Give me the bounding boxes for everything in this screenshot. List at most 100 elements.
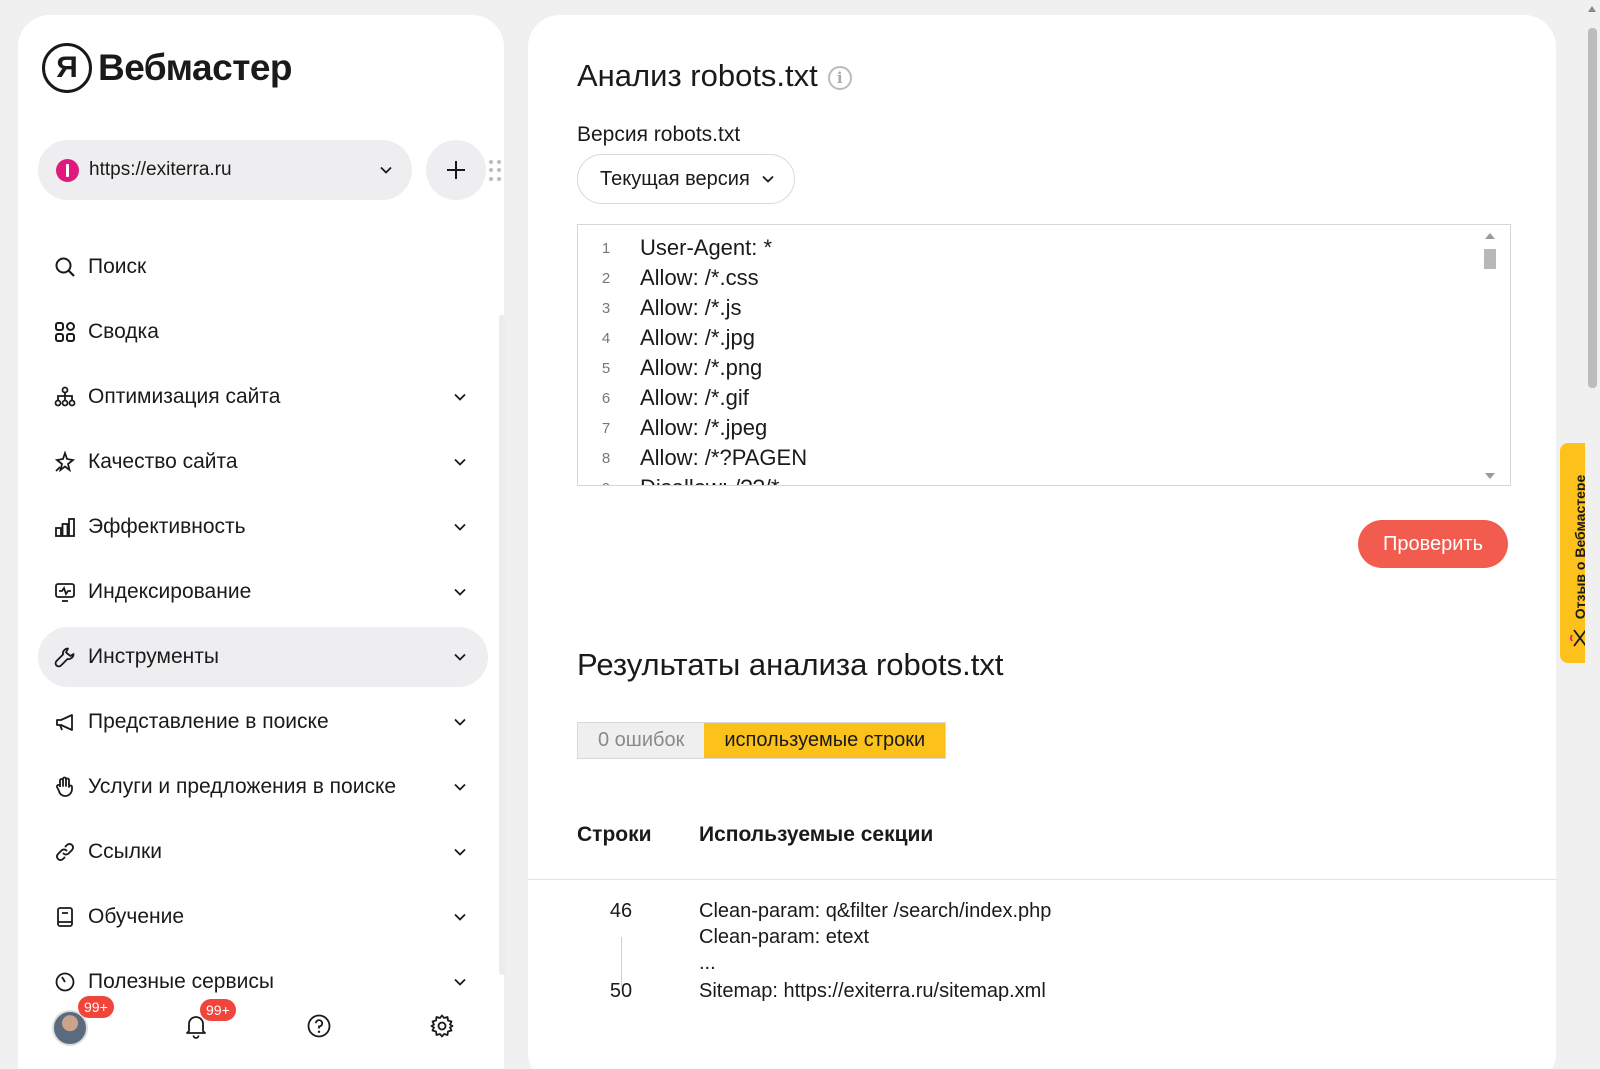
editor-line: 9Disallow: /??/*: [578, 473, 1510, 486]
sidebar-item-label: Полезные сервисы: [88, 970, 274, 993]
line-code: Allow: /*.gif: [640, 385, 749, 410]
line-number: 4: [601, 329, 611, 347]
chevron-down-icon: [380, 166, 392, 174]
notifications-badge: 99+: [200, 999, 236, 1021]
page-scroll-thumb[interactable]: [1588, 28, 1597, 388]
site-selector[interactable]: https://exiterra.ru: [38, 140, 412, 200]
chevron-down-icon: [454, 978, 466, 986]
bar-chart-icon: [55, 518, 75, 537]
editor-scrollbar[interactable]: [1482, 229, 1498, 483]
info-icon[interactable]: i: [827, 66, 852, 90]
sidebar-item-summary[interactable]: Сводка: [38, 302, 488, 362]
page-title-text: Анализ robots.txt: [577, 58, 818, 93]
book-icon: [57, 907, 73, 927]
megaphone-icon: [56, 714, 73, 731]
result-entry: ...: [699, 952, 716, 974]
version-dropdown-value: Текущая версия: [600, 167, 750, 190]
gear-icon: [430, 1014, 454, 1038]
column-header-lines: Строки: [577, 823, 652, 846]
sparkle-icon: [54, 451, 76, 473]
version-dropdown[interactable]: Текущая версия: [577, 154, 795, 204]
chevron-down-icon: [454, 913, 466, 921]
page-scrollbar[interactable]: [1585, 0, 1600, 1069]
sidebar-item-services[interactable]: Услуги и предложения в поиске: [38, 757, 488, 817]
notifications-button[interactable]: 99+: [184, 999, 236, 1039]
editor-line: 2 Allow: /*.css: [578, 263, 1510, 293]
settings-button[interactable]: [429, 1013, 455, 1039]
check-button[interactable]: Проверить: [1358, 520, 1508, 568]
line-number: 3: [601, 299, 611, 317]
logo[interactable]: Я Вебмастер: [42, 43, 293, 93]
scroll-thumb[interactable]: [1484, 249, 1496, 269]
profile-button[interactable]: 99+: [52, 996, 114, 1046]
sidebar-bottom-bar: 99+ 99+: [18, 996, 504, 1069]
tab-used-lines[interactable]: используемые строки: [704, 723, 946, 758]
sidebar-item-indexing[interactable]: Индексирование: [38, 562, 488, 622]
row-end-number: 50: [609, 980, 633, 1002]
line-number: 8: [601, 449, 611, 467]
chevron-down-icon: [454, 393, 466, 401]
line-code: Disallow: /??/*: [634, 475, 779, 485]
main-panel: Анализ robots.txt i Версия robots.txt Те…: [528, 15, 1556, 1069]
wrench-icon: [54, 647, 75, 668]
line-code: Allow: /*.css: [640, 265, 759, 290]
sidebar-item-label: Ссылки: [88, 840, 162, 863]
plus-icon: [447, 161, 465, 179]
editor-line: 5 Allow: /*.png: [578, 353, 1510, 383]
line-code: Allow: /*.png: [640, 355, 763, 380]
sidebar-item-optimization[interactable]: Оптимизация сайта: [38, 367, 488, 427]
sidebar-item-tools[interactable]: Инструменты: [38, 627, 488, 687]
sidebar-scrollbar[interactable]: [499, 315, 505, 975]
line-code: Allow: /*.jpeg: [640, 415, 768, 440]
add-site-button[interactable]: [426, 140, 486, 200]
scroll-down-icon[interactable]: [1485, 473, 1495, 479]
page-title: Анализ robots.txt i: [577, 58, 852, 94]
logo-text: Вебмастер: [98, 47, 293, 88]
version-label: Версия robots.txt: [577, 123, 741, 146]
drag-handle-icon[interactable]: [489, 160, 501, 182]
sidebar-item-label: Поиск: [88, 255, 147, 278]
chevron-down-icon: [454, 588, 466, 596]
sidebar-item-learning[interactable]: Обучение: [38, 887, 488, 947]
line-number: 9: [578, 480, 634, 486]
editor-line: 8 Allow: /*?PAGEN: [578, 443, 1510, 473]
scroll-up-icon[interactable]: [1588, 6, 1596, 12]
sidebar-item-label: Эффективность: [88, 515, 246, 538]
row-start-number: 46: [609, 900, 633, 922]
line-number: 5: [601, 359, 611, 377]
results-title: Результаты анализа robots.txt: [577, 647, 1004, 682]
sidebar-item-label: Инструменты: [88, 645, 219, 668]
sidebar-item-label: Представление в поиске: [88, 710, 329, 733]
sidebar-item-quality[interactable]: Качество сайта: [38, 432, 488, 492]
line-number: 6: [601, 389, 611, 407]
sidebar-item-links[interactable]: Ссылки: [38, 822, 488, 882]
sidebar-item-search-appearance[interactable]: Представление в поиске: [38, 692, 488, 752]
robots-editor[interactable]: 1 User-Agent: * 2 Allow: /*.css 3 Allow: /*…: [577, 224, 1511, 486]
editor-line: 6 Allow: /*.gif: [578, 383, 1510, 413]
line-number: 1: [601, 239, 611, 257]
chevron-down-icon: [762, 175, 774, 183]
editor-line: 1 User-Agent: *: [578, 233, 1510, 263]
line-code: Allow: /*.js: [640, 295, 742, 320]
sitemap-icon: [54, 386, 76, 407]
monitor-pulse-icon: [55, 583, 75, 602]
sidebar-item-efficiency[interactable]: Эффективность: [38, 497, 488, 557]
editor-line: 7 Allow: /*.jpeg: [578, 413, 1510, 443]
sidebar-item-label: Индексирование: [88, 580, 252, 603]
column-header-sections: Используемые секции: [699, 823, 934, 846]
result-entry: Clean-param: etext: [699, 926, 870, 948]
sidebar: Я Вебмастер https://exiterra.ru Поиск Св…: [18, 15, 505, 1069]
chevron-down-icon: [454, 848, 466, 856]
scroll-up-icon[interactable]: [1485, 233, 1495, 239]
sidebar-item-label: Сводка: [88, 320, 159, 343]
line-number: 2: [601, 269, 611, 287]
line-number: 7: [601, 419, 611, 437]
chevron-down-icon: [454, 653, 466, 661]
profile-badge: 99+: [78, 996, 114, 1018]
hand-icon: [56, 776, 73, 797]
tab-errors[interactable]: 0 ошибок: [578, 723, 705, 758]
sidebar-item-search[interactable]: Поиск: [38, 237, 488, 297]
help-button[interactable]: [306, 1013, 332, 1039]
line-code: Allow: /*.jpg: [640, 325, 755, 350]
sidebar-item-label: Обучение: [88, 905, 185, 928]
